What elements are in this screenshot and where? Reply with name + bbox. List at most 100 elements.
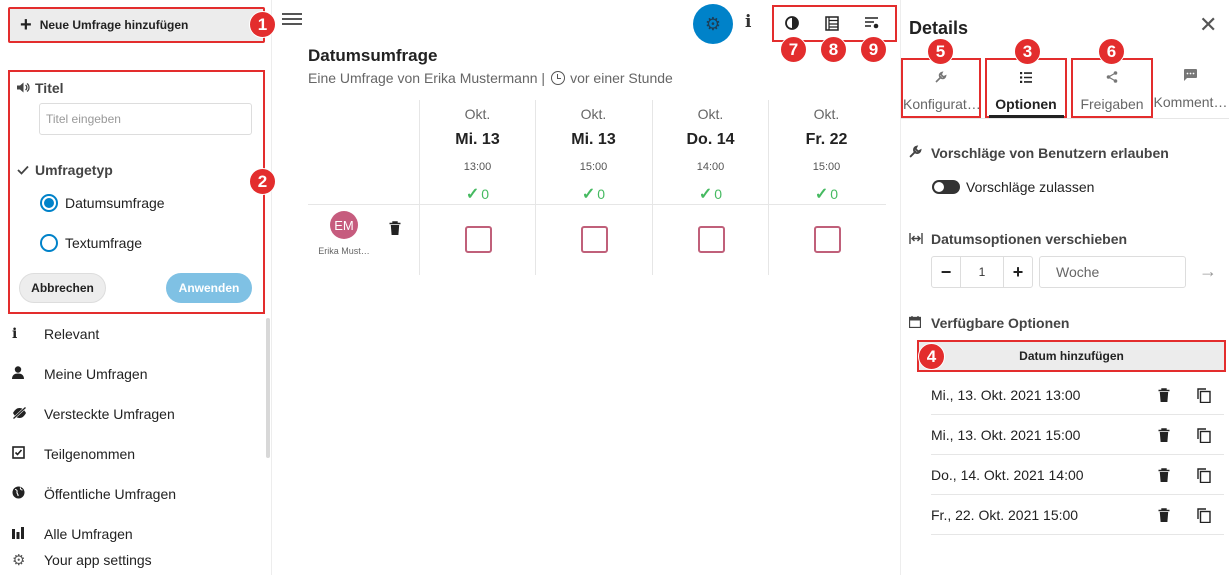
check-icon: ✓ — [581, 186, 596, 203]
menu-toggle-icon[interactable] — [282, 10, 302, 28]
details-sidebar: Details ✕ Konfigurat… Optionen Freigaben… — [900, 0, 1229, 575]
app-settings-button[interactable]: ⚙ Your app settings — [0, 548, 266, 572]
delete-participant-icon[interactable] — [389, 221, 401, 235]
avatar: EM — [330, 211, 358, 239]
copy-icon[interactable] — [1197, 468, 1211, 484]
poll-type-heading: Umfragetyp — [17, 162, 113, 178]
poll-title: Datumsumfrage — [308, 46, 438, 65]
vote-checkbox[interactable] — [465, 226, 492, 253]
details-title: Details — [909, 18, 969, 38]
date-option-row: Do., 14. Okt. 2021 14:00 — [931, 455, 1224, 495]
arrow-right-icon[interactable]: → — [1199, 261, 1217, 282]
plus-icon[interactable]: + — [1004, 262, 1032, 283]
copy-icon[interactable] — [1197, 428, 1211, 444]
suggestions-toggle[interactable] — [932, 180, 960, 194]
shift-amount-stepper: − 1 + — [931, 256, 1033, 288]
check-icon: ✓ — [465, 186, 480, 203]
wrench-icon — [903, 70, 979, 86]
clock-icon — [551, 71, 566, 85]
tab-comments[interactable]: Komment… — [1153, 58, 1228, 118]
add-date-button[interactable]: Datum hinzufügen — [917, 340, 1226, 372]
close-icon[interactable]: ✕ — [1199, 14, 1217, 36]
vote-checkbox[interactable] — [581, 226, 608, 253]
callout-badge: 6 — [1098, 38, 1125, 65]
option-column: Okt. Do. 14 14:00 ✓ 0 — [652, 100, 768, 275]
callout-badge: 8 — [820, 36, 847, 63]
vote-checkbox[interactable] — [698, 226, 725, 253]
radio-checked-icon — [40, 194, 58, 212]
callout-badge: 1 — [249, 11, 276, 38]
list-icon — [987, 70, 1065, 86]
tab-shares[interactable]: Freigaben — [1071, 58, 1153, 118]
title-heading: Titel — [17, 80, 64, 96]
check-icon — [17, 163, 35, 178]
yes-count: ✓ 0 — [581, 186, 606, 203]
check-icon: ✓ — [814, 186, 829, 203]
delete-icon[interactable] — [1158, 428, 1170, 442]
wrench-icon — [909, 145, 931, 161]
callout-badge: 7 — [780, 36, 807, 63]
poll-subtitle: Eine Umfrage von Erika Mustermann | vor … — [308, 70, 673, 86]
sidebar-scrollbar[interactable] — [266, 318, 270, 458]
participant-name: Erika Must… — [318, 246, 370, 256]
delete-icon[interactable] — [1158, 508, 1170, 522]
delete-icon[interactable] — [1158, 468, 1170, 482]
callout-badge: 3 — [1014, 38, 1041, 65]
date-option-row: Mi., 13. Okt. 2021 15:00 — [931, 415, 1224, 455]
vote-checkbox[interactable] — [814, 226, 841, 253]
copy-icon[interactable] — [1197, 388, 1211, 404]
calendar-icon — [908, 315, 931, 331]
radio-date-poll[interactable]: Datumsumfrage — [40, 194, 165, 212]
option-column: Okt. Mi. 13 15:00 ✓ 0 — [535, 100, 651, 275]
user-icon — [12, 366, 44, 382]
info-icon: i — [12, 326, 18, 342]
nav-item-my-polls[interactable]: Meine Umfragen — [0, 354, 266, 394]
nav-item-hidden-polls[interactable]: Versteckte Umfragen — [0, 394, 266, 434]
new-poll-label: Neue Umfrage hinzufügen — [39, 18, 189, 32]
tabs-divider — [901, 118, 1229, 119]
available-options-heading: Verfügbare Optionen — [908, 315, 1069, 331]
yes-count: ✓ 0 — [465, 186, 490, 203]
tab-options[interactable]: Optionen — [985, 58, 1067, 118]
eye-off-icon — [12, 406, 44, 422]
comment-icon — [1153, 68, 1228, 84]
nav-item-participated[interactable]: Teilgenommen — [0, 434, 266, 474]
callout-badge: 9 — [860, 36, 887, 63]
poll-info-button[interactable]: i — [745, 12, 751, 32]
new-poll-form: Titel Umfragetyp Datumsumfrage Textumfra… — [8, 70, 265, 314]
title-input[interactable] — [39, 103, 252, 135]
plus-icon: + — [20, 14, 32, 36]
date-option-row: Fr., 22. Okt. 2021 15:00 — [931, 495, 1224, 535]
minus-icon[interactable]: − — [932, 262, 960, 283]
radio-text-poll[interactable]: Textumfrage — [40, 234, 142, 252]
poll-settings-button[interactable]: ⚙ — [693, 4, 733, 44]
new-poll-button[interactable]: + Neue Umfrage hinzufügen — [8, 7, 265, 43]
apply-button[interactable]: Anwenden — [166, 273, 252, 303]
suggestions-heading: Vorschläge von Benutzern erlauben — [909, 145, 1169, 161]
suggestions-toggle-label: Vorschläge zulassen — [966, 179, 1095, 195]
share-icon — [1073, 70, 1151, 86]
date-option-row: Mi., 13. Okt. 2021 13:00 — [931, 375, 1224, 415]
shift-unit-select[interactable]: Woche — [1039, 256, 1186, 288]
callout-badge: 2 — [249, 168, 276, 195]
option-column: Okt. Fr. 22 15:00 ✓ 0 — [768, 100, 884, 275]
copy-icon[interactable] — [1197, 508, 1211, 524]
shift-amount-value[interactable]: 1 — [960, 257, 1004, 287]
bar-chart-icon — [12, 526, 44, 542]
gear-icon: ⚙ — [12, 552, 26, 569]
contrast-icon[interactable] — [782, 13, 802, 33]
table-view-icon[interactable] — [822, 13, 842, 33]
callout-badge: 4 — [918, 343, 945, 370]
delete-icon[interactable] — [1158, 388, 1170, 402]
nav-item-relevant[interactable]: i Relevant — [0, 314, 266, 354]
filter-list-icon[interactable] — [862, 13, 882, 33]
nav-item-public-polls[interactable]: Öffentliche Umfragen — [0, 474, 266, 514]
callout-badge: 5 — [927, 38, 954, 65]
speaker-icon — [17, 81, 35, 96]
yes-count: ✓ 0 — [814, 186, 839, 203]
cancel-button[interactable]: Abbrechen — [19, 273, 106, 303]
gear-icon: ⚙ — [704, 13, 722, 34]
option-column: Okt. Mi. 13 13:00 ✓ 0 — [419, 100, 535, 275]
row-divider — [308, 204, 886, 205]
tab-configuration[interactable]: Konfigurat… — [901, 58, 981, 118]
